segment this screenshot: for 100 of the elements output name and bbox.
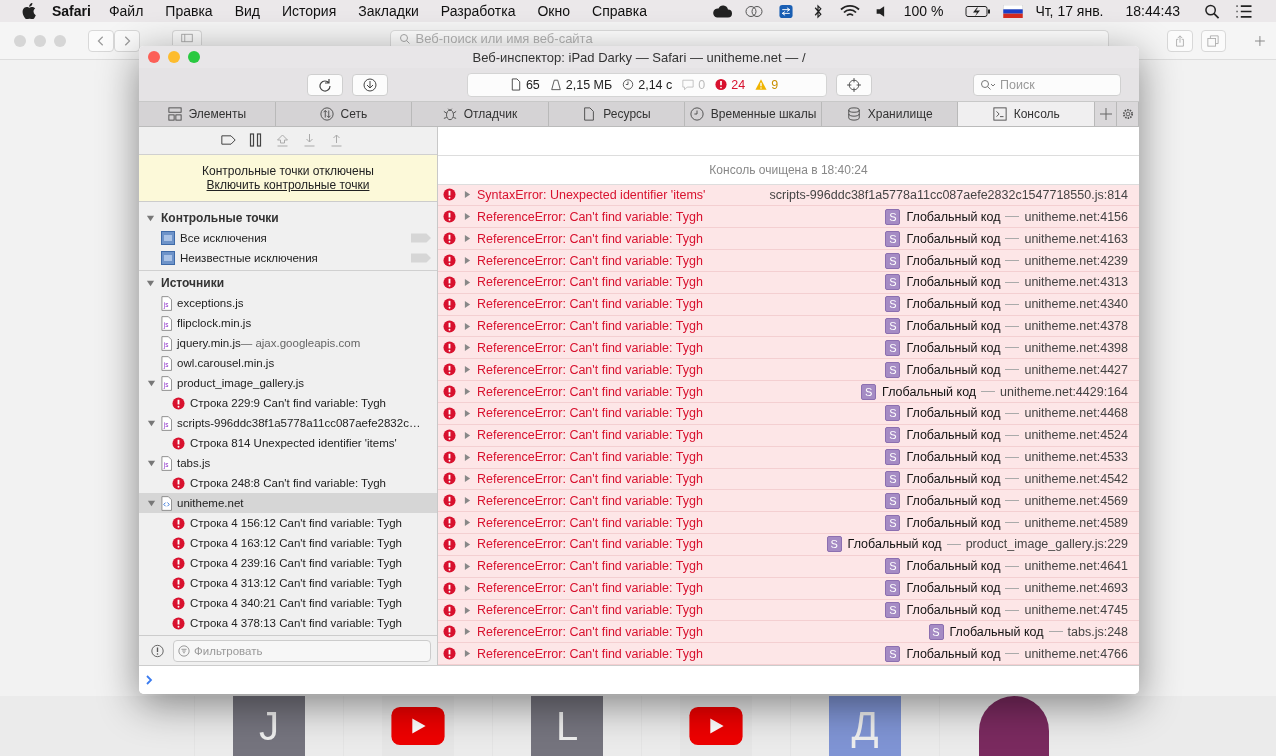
back-button[interactable] (88, 30, 114, 52)
disclosure-triangle-icon[interactable] (464, 408, 471, 418)
source-location-link[interactable]: unitheme.net:4589 (1024, 515, 1128, 530)
tabs-button[interactable] (1200, 30, 1227, 52)
source-location-link[interactable]: unitheme.net:4429:164 (1000, 384, 1128, 399)
favorite-tile[interactable] (680, 696, 752, 756)
disclosure-triangle-icon[interactable] (146, 213, 155, 223)
menu-item[interactable]: Разработка (440, 3, 516, 19)
source-item[interactable]: tabs.js (177, 457, 211, 470)
battery-icon[interactable] (965, 3, 992, 19)
breakpoint-item[interactable]: Неизвестные исключения (180, 252, 406, 265)
source-location-link[interactable]: tabs.js:248 (1067, 624, 1128, 639)
source-location-link[interactable]: scripts-996ddc38f1a5778a11cc087aefe2832c1547718550.js:814 (769, 188, 1128, 202)
disclosure-triangle-icon[interactable] (146, 278, 155, 288)
rings-icon[interactable] (743, 3, 764, 19)
download-button[interactable] (352, 73, 388, 96)
breakpoint-marker-icon[interactable] (411, 253, 431, 264)
source-item[interactable]: Строка 4 313:12 Can't find variable: Tygh (190, 577, 402, 590)
step-over-icon[interactable] (274, 133, 290, 148)
source-location-link[interactable]: unitheme.net:4569 (1024, 493, 1128, 508)
menu-clock[interactable]: 18:44:43 (1125, 3, 1180, 19)
disclosure-triangle-icon[interactable] (464, 321, 471, 331)
disclosure-triangle-icon[interactable] (464, 540, 471, 549)
source-item[interactable]: Строка 4 156:12 Can't find variable: Tygh (190, 517, 402, 530)
disclosure-triangle-icon[interactable] (147, 418, 156, 428)
menu-item[interactable]: Файл (108, 3, 144, 19)
source-item[interactable]: Строка 4 239:16 Can't find variable: Tygh (190, 557, 402, 570)
source-item[interactable]: unitheme.net (177, 497, 244, 510)
reload-button[interactable] (307, 73, 343, 96)
source-item[interactable]: exceptions.js (177, 297, 244, 310)
settings-button[interactable] (1117, 102, 1139, 126)
favorite-tile[interactable]: L (531, 696, 603, 756)
source-item[interactable]: scripts-996ddc38f1a5778a11cc087aefe2832c… (177, 417, 421, 430)
source-location-link[interactable]: unitheme.net:4745 (1024, 603, 1128, 617)
disclosure-triangle-icon[interactable] (464, 496, 471, 506)
menu-item[interactable]: История (281, 3, 337, 19)
source-location-link[interactable]: unitheme.net:4427 (1024, 362, 1128, 377)
add-tab-button[interactable] (1095, 102, 1118, 126)
disclosure-triangle-icon[interactable] (464, 365, 471, 375)
menu-item[interactable]: Вид (234, 3, 260, 19)
disclosure-triangle-icon[interactable] (464, 343, 471, 353)
source-location-link[interactable]: unitheme.net:4398 (1024, 340, 1128, 355)
source-item[interactable]: owl.carousel.min.js (177, 357, 275, 370)
disclosure-triangle-icon[interactable] (147, 378, 156, 388)
disclosure-triangle-icon[interactable] (464, 387, 471, 397)
resource-count[interactable]: 65 (525, 77, 540, 92)
disclosure-triangle-icon[interactable] (147, 458, 156, 468)
enable-breakpoints-link[interactable]: Включить контрольные точки (206, 178, 370, 193)
disclosure-triangle-icon[interactable] (464, 277, 471, 287)
disclosure-triangle-icon[interactable] (464, 561, 471, 571)
search-icon[interactable] (1202, 3, 1222, 19)
source-item[interactable]: Строка 4 378:13 Can't find variable: Tygh (190, 617, 402, 630)
disclosure-triangle-icon[interactable] (464, 190, 471, 200)
inspect-button[interactable] (836, 73, 872, 96)
source-location-link[interactable]: unitheme.net:4533 (1024, 450, 1128, 465)
source-item[interactable]: flipclock.min.js (177, 317, 252, 330)
source-location-link[interactable]: unitheme.net:4239 (1024, 253, 1128, 268)
source-item[interactable]: Строка 248:8 Can't find variable: Tygh (190, 477, 387, 490)
disclosure-triangle-icon[interactable] (464, 605, 471, 615)
breakpoint-marker-icon[interactable] (411, 233, 431, 244)
disclosure-triangle-icon[interactable] (464, 299, 471, 309)
favorite-tile[interactable] (382, 696, 454, 756)
source-location-link[interactable]: unitheme.net:4313 (1024, 275, 1128, 290)
wifi-icon[interactable] (839, 3, 860, 19)
source-location-link[interactable]: unitheme.net:4340 (1024, 297, 1128, 312)
source-location-link[interactable]: unitheme.net:4693 (1024, 581, 1128, 596)
disclosure-triangle-icon[interactable] (464, 649, 471, 659)
source-item[interactable]: product_image_gallery.js (177, 377, 304, 390)
source-location-link[interactable]: unitheme.net:4378 (1024, 319, 1128, 334)
breakpoint-item[interactable]: Все исключения (180, 232, 406, 245)
disclosure-triangle-icon[interactable] (464, 474, 471, 484)
disclosure-triangle-icon[interactable] (147, 498, 156, 508)
disclosure-triangle-icon[interactable] (464, 212, 471, 222)
close-button[interactable] (148, 51, 160, 63)
load-time[interactable]: 2,14 с (638, 77, 673, 92)
forward-button[interactable] (114, 30, 140, 52)
source-item[interactable]: Строка 4 340:21 Can't find variable: Tygh (190, 597, 402, 610)
plus-icon[interactable] (1254, 35, 1266, 47)
source-item[interactable]: Строка 814 Unexpected identifier 'items' (190, 437, 397, 450)
exclamation-circle-icon[interactable] (150, 643, 165, 658)
menu-item[interactable]: Окно (537, 3, 571, 19)
cloud-icon[interactable] (711, 3, 732, 19)
source-location-link[interactable]: unitheme.net:4542 (1024, 471, 1128, 486)
error-count[interactable]: 24 (731, 77, 746, 92)
resource-size[interactable]: 2,15 МБ (565, 77, 613, 92)
menu-item[interactable]: Закладки (358, 3, 419, 19)
disclosure-triangle-icon[interactable] (464, 452, 471, 462)
source-location-link[interactable]: unitheme.net:4163 (1024, 231, 1128, 246)
source-location-link[interactable]: unitheme.net:4156 (1024, 209, 1128, 224)
source-item[interactable]: Строка 229:9 Can't find variable: Tygh (190, 397, 387, 410)
pause-icon[interactable] (247, 133, 263, 148)
source-item[interactable]: jquery.min.js— ajax.googleapis.com (177, 337, 361, 350)
disclosure-triangle-icon[interactable] (464, 583, 471, 593)
disclosure-triangle-icon[interactable] (464, 627, 471, 637)
console-input[interactable] (139, 665, 1139, 694)
source-location-link[interactable]: product_image_gallery.js:229 (965, 537, 1128, 552)
zoom-button[interactable] (188, 51, 200, 63)
favorite-tile[interactable]: J (233, 696, 305, 756)
app-menu[interactable]: Safari (52, 3, 91, 19)
share-button[interactable] (1166, 30, 1193, 52)
